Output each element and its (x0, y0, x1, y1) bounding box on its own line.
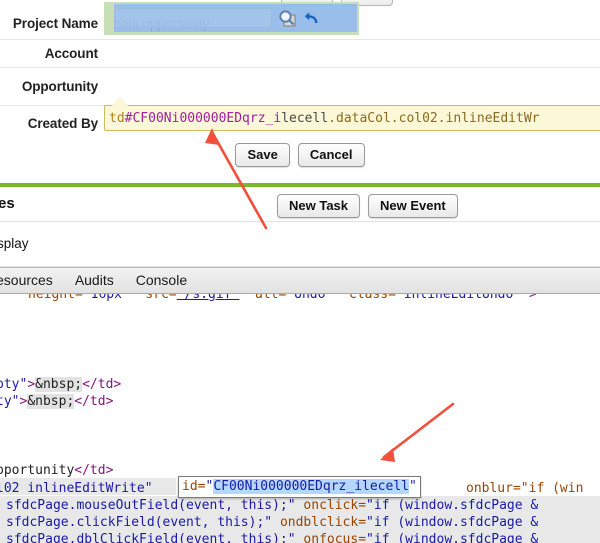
code-line-mouseout[interactable]: sfdcPage.mouseOutField(event, this);" on… (6, 497, 538, 515)
code-line-inline-edit-write[interactable]: l02 inlineEditWrite" (0, 480, 153, 498)
tooltip-tag-name: td (109, 111, 125, 126)
label-created-by: Created By (0, 106, 104, 141)
inspector-selector-tooltip: td#CF00Ni000000EDqrz_ilecell.dataCol.col… (104, 105, 600, 131)
new-task-button[interactable]: New Task (277, 194, 360, 218)
section-sub-row: splay (0, 223, 600, 267)
code-line-dblclickfield[interactable]: sfdcPage.dblClickField(event, this);" on… (6, 531, 538, 543)
devtools-tabbar: esources Audits Console (0, 267, 600, 294)
code-line-empty-td-2[interactable]: ty">&nbsp;</td> (0, 393, 113, 411)
opportunity-inline-edit (114, 8, 322, 28)
section-divider-green (0, 183, 600, 187)
code-line-undo-img[interactable]: height="16px" src="/s.gif" alt="Undo" cl… (28, 294, 537, 304)
label-account: Account (0, 40, 104, 67)
code-onblur-attr[interactable]: onblur="if (win (466, 480, 583, 498)
undo-arrow-icon[interactable] (303, 9, 322, 28)
tab-resources[interactable]: esources (0, 272, 57, 288)
salesforce-edit-form: Project Name cool opportunity Account Op… (0, 0, 600, 290)
tab-audits[interactable]: Audits (71, 272, 118, 288)
id-attribute-callout[interactable]: id="CF00Ni000000EDqrz_ilecell" (178, 476, 421, 498)
id-attr-quote-close: " (409, 479, 417, 494)
tooltip-element-id: #CF00Ni000000EDqrz_i (125, 111, 282, 126)
id-attr-value: CF00Ni000000EDqrz_ilecell (213, 479, 409, 494)
label-project-name: Project Name (0, 7, 104, 39)
section-title: es (0, 195, 15, 212)
tooltip-id-rest: lecell (281, 111, 328, 126)
form-row-account: Account (0, 40, 600, 68)
search-magnifier-icon[interactable] (278, 9, 297, 28)
onblur-text: onblur="if (win (466, 481, 583, 496)
opportunity-lookup-input[interactable] (114, 8, 272, 28)
tooltip-class-list: .dataCol.col02.inlineEditWr (328, 111, 539, 126)
section-sub-text: splay (0, 236, 29, 251)
code-line-clickfield[interactable]: sfdcPage.clickField(event, this);" ondbl… (6, 514, 538, 532)
save-button[interactable]: Save (235, 143, 289, 167)
new-event-button[interactable]: New Event (368, 194, 458, 218)
code-line-opportunity-td[interactable]: pportunity</td> (0, 462, 113, 480)
id-attr-name: id= (182, 479, 205, 494)
devtools-tab-list: esources Audits Console (0, 272, 191, 288)
devtools-panel: esources Audits Console height="16px" sr… (0, 267, 600, 543)
form-action-buttons: Save Cancel (0, 143, 600, 167)
cancel-button[interactable]: Cancel (298, 143, 365, 167)
form-row-opportunity: Opportunity (0, 68, 600, 106)
label-opportunity: Opportunity (0, 68, 104, 105)
section-action-buttons: New Task New Event (277, 194, 458, 218)
tab-console[interactable]: Console (132, 272, 191, 288)
devtools-elements-markup[interactable]: height="16px" src="/s.gif" alt="Undo" cl… (0, 294, 600, 543)
code-line-empty-td-1[interactable]: pty">&nbsp;</td> (0, 376, 121, 394)
